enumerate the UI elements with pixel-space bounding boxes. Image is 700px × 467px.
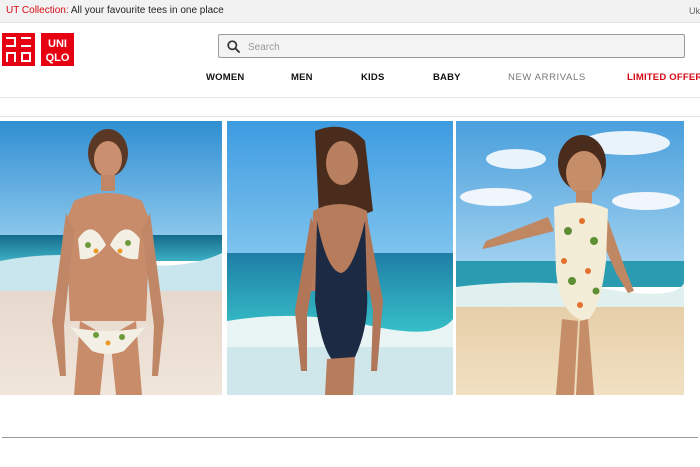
promo-text: All your favourite tees in one place — [68, 5, 224, 16]
nav-item-women[interactable]: WOMEN — [206, 72, 244, 83]
logo-mark: UNI QLO — [2, 33, 74, 66]
header-divider — [0, 97, 700, 98]
photo-woman-bikini — [0, 121, 222, 395]
search-input[interactable] — [246, 37, 670, 57]
photo-woman-navy-swimsuit — [227, 121, 453, 395]
main-nav: WOMEN MEN KIDS BABY NEW ARRIVALS LIMITED… — [0, 72, 700, 86]
svg-text:QLO: QLO — [46, 52, 70, 64]
svg-text:UNI: UNI — [48, 38, 67, 50]
hero-top-divider — [0, 116, 700, 117]
hero-image-women[interactable] — [0, 121, 222, 395]
nav-item-baby[interactable]: BABY — [433, 72, 461, 83]
language-selector[interactable]: Uk — [689, 0, 700, 22]
hero-image-swimsuit[interactable] — [227, 121, 453, 395]
nav-item-kids[interactable]: KIDS — [361, 72, 385, 83]
promo-lead: UT Collection: — [6, 5, 69, 16]
nav-item-new-arrivals[interactable]: NEW ARRIVALS — [508, 72, 586, 83]
search-icon[interactable] — [227, 40, 240, 53]
photo-girl-floral-swimsuit — [456, 121, 684, 395]
hero-image-kids[interactable] — [456, 121, 684, 395]
content-divider — [2, 437, 698, 438]
uniqlo-logo[interactable]: UNI QLO — [2, 33, 74, 66]
nav-item-limited-offers[interactable]: LIMITED OFFERS — [627, 72, 700, 83]
nav-item-men[interactable]: MEN — [291, 72, 313, 83]
search-bar[interactable] — [218, 34, 685, 58]
promo-banner[interactable]: UT Collection: All your favourite tees i… — [0, 0, 700, 23]
